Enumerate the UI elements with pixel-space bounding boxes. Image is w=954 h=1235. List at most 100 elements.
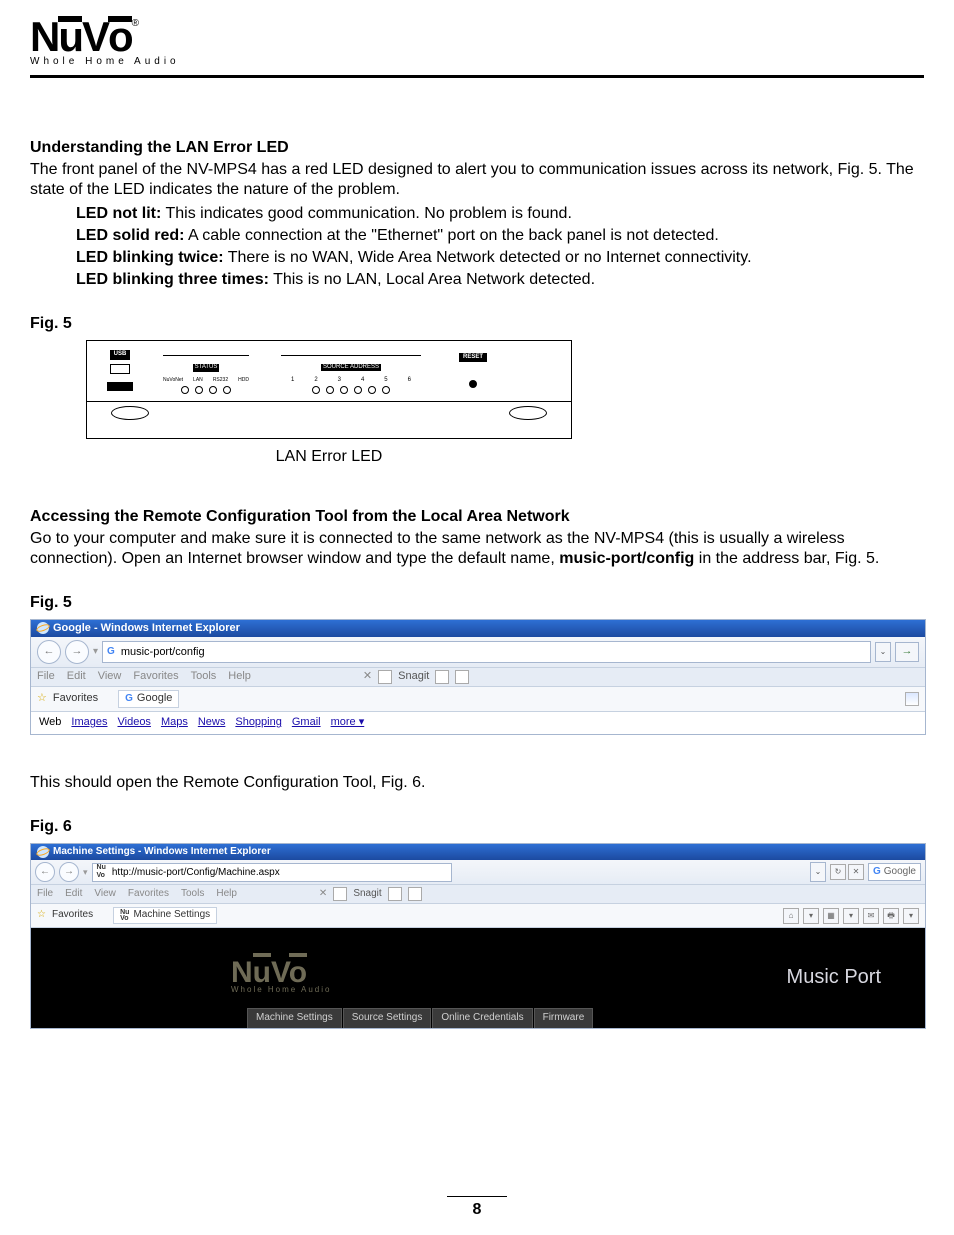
ie-icon [37,846,49,858]
browser-window-machine: Machine Settings - Windows Internet Expl… [30,843,926,1029]
snagit-label: Snagit [353,888,381,901]
favorites-star-icon[interactable]: ☆ [37,909,46,922]
forward-button[interactable]: → [65,640,89,664]
nuvo-tagline: Whole Home Audio [231,985,331,995]
nav-shopping[interactable]: Shopping [235,716,282,730]
led-blink3-label: LED blinking three times: [76,271,269,288]
menu-edit[interactable]: Edit [65,888,82,901]
nuvo-favicon-icon: NuVo [97,864,106,882]
back-button[interactable]: ← [35,862,55,882]
favorites-label[interactable]: Favorites [52,909,93,922]
nav-gmail[interactable]: Gmail [292,716,321,730]
nav-news[interactable]: News [198,716,226,730]
snagit-tool-icon[interactable] [408,887,422,901]
led-blink2-label: LED blinking twice: [76,249,224,266]
home-icon[interactable] [905,692,919,706]
google-favicon-icon: G [873,866,881,879]
fig5-caption: LAN Error LED [86,447,572,467]
menu-tools[interactable]: Tools [191,670,217,684]
refresh-button[interactable]: ↻ [830,864,846,880]
nav-videos[interactable]: Videos [118,716,151,730]
go-button[interactable]: → [895,642,919,662]
snagit-tool-icon[interactable] [388,887,402,901]
menu-tools[interactable]: Tools [181,888,204,901]
forward-button[interactable]: → [59,862,79,882]
tab-source-settings[interactable]: Source Settings [343,1008,432,1028]
print-icon[interactable]: 🖶 [883,908,899,924]
nav-web[interactable]: Web [39,716,61,730]
snagit-close-icon[interactable]: ✕ [319,888,327,901]
browser-menubar: File Edit View Favorites Tools Help ✕ Sna… [31,668,925,687]
led-states-list: LED not lit: This indicates good communi… [76,204,924,290]
led-blink3-text: This is no LAN, Local Area Network detec… [269,271,595,288]
status-group: STATUS NuVoNetLANRS232HDD [163,355,249,393]
source-address-group: SOURCE ADDRESS 123456 [281,355,421,395]
browser-tab[interactable]: G Google [118,690,179,708]
favorites-star-icon[interactable]: ☆ [37,692,47,706]
snagit-tool-icon[interactable] [455,670,469,684]
nav-more[interactable]: more ▾ [331,716,365,730]
section-2-para: Go to your computer and make sure it is … [30,529,924,569]
dropdown-icon[interactable]: ▾ [843,908,859,924]
page-number: 8 [0,1196,954,1219]
address-input[interactable] [119,645,866,659]
home-icon[interactable]: ⌂ [783,908,799,924]
led-blink2-text: There is no WAN, Wide Area Network detec… [224,249,752,266]
snagit-close-icon[interactable]: ✕ [363,670,372,684]
usb-slot-icon [107,382,133,391]
section-1-intro: The front panel of the NV-MPS4 has a red… [30,160,924,200]
menu-file[interactable]: File [37,670,55,684]
search-box[interactable]: G Google [868,863,921,881]
back-button[interactable]: ← [37,640,61,664]
foot-icon [111,406,149,420]
nuvo-favicon-icon: NuVo [120,910,129,921]
favorites-label[interactable]: Favorites [53,692,98,706]
browser-title: Google - Windows Internet Explorer [53,622,240,636]
snagit-icon [333,887,347,901]
dropdown-icon[interactable]: ▾ [903,908,919,924]
snagit-tool-icon[interactable] [435,670,449,684]
fig6-label: Fig. 6 [30,817,924,837]
brand-header: NuVo® Whole Home Audio [30,20,924,67]
device-diagram: USB STATUS NuVoNetLANRS232HDD SOURCE ADD… [86,340,572,467]
dropdown-icon[interactable]: ▾ [803,908,819,924]
section-1-title: Understanding the LAN Error LED [30,138,924,158]
menu-help[interactable]: Help [216,888,237,901]
reset-button-icon [469,380,477,388]
nav-maps[interactable]: Maps [161,716,188,730]
stop-button[interactable]: ✕ [848,864,864,880]
tab-firmware[interactable]: Firmware [534,1008,594,1028]
google-favicon-icon: G [125,693,133,706]
menu-help[interactable]: Help [228,670,251,684]
fig5-label: Fig. 5 [30,314,924,334]
menu-favorites[interactable]: Favorites [128,888,169,901]
usb-label: USB [110,350,131,360]
address-dropdown[interactable]: ⌄ [875,642,891,662]
nav-images[interactable]: Images [71,716,107,730]
section-2-title: Accessing the Remote Configuration Tool … [30,507,924,527]
browser-window-google: Google - Windows Internet Explorer ← → ▾… [30,619,926,735]
status-title: STATUS [193,364,220,372]
menu-favorites[interactable]: Favorites [133,670,178,684]
menu-edit[interactable]: Edit [67,670,86,684]
nuvo-logo: NuVo® [30,20,180,54]
tab-title: Google [137,692,172,706]
led-not-lit-label: LED not lit: [76,205,161,222]
menu-view[interactable]: View [98,670,122,684]
google-nav-bar: Web Images Videos Maps News Shopping Gma… [31,712,925,734]
mail-icon[interactable]: ✉ [863,908,879,924]
address-input[interactable] [110,866,447,879]
snagit-icon [378,670,392,684]
menu-view[interactable]: View [94,888,116,901]
feeds-icon[interactable]: ▦ [823,908,839,924]
snagit-label: Snagit [398,670,429,684]
led-solid-text: A cable connection at the "Ethernet" por… [184,227,718,244]
address-dropdown[interactable]: ⌄ [810,862,826,882]
tab-online-credentials[interactable]: Online Credentials [432,1008,532,1028]
browser-tab[interactable]: NuVo Machine Settings [113,907,217,924]
address-bar[interactable]: NuVo [92,863,452,882]
menu-file[interactable]: File [37,888,53,901]
address-bar[interactable]: G [102,641,871,663]
tab-machine-settings[interactable]: Machine Settings [247,1008,342,1028]
nuvo-logo: NuVo [231,961,331,985]
